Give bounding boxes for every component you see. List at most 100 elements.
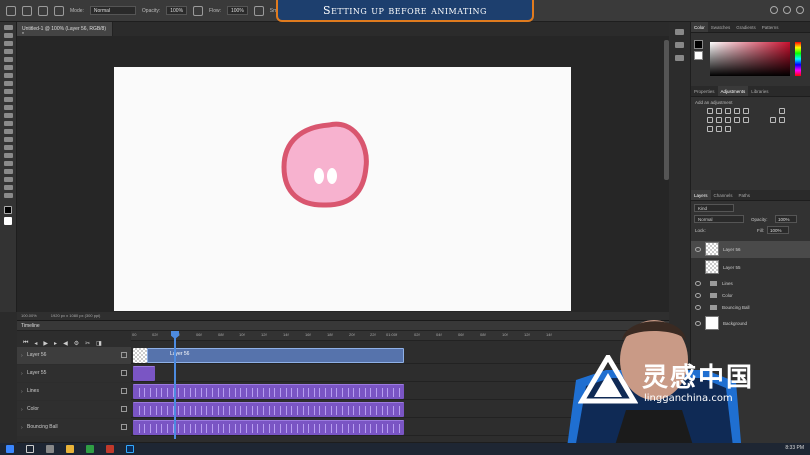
canvas[interactable] [114, 67, 571, 311]
color-lookup-icon[interactable] [743, 117, 749, 123]
black-white-icon[interactable] [716, 117, 722, 123]
shape-tool-icon[interactable] [4, 169, 13, 174]
background-color-swatch[interactable] [4, 217, 12, 225]
tab-properties[interactable]: Properties [691, 86, 718, 96]
expand-chevron-icon[interactable]: › [21, 371, 23, 377]
track-options-icon[interactable] [121, 406, 127, 412]
track-options-icon[interactable] [121, 388, 127, 394]
search-icon[interactable] [770, 6, 778, 14]
posterize-icon[interactable] [779, 117, 785, 123]
quick-select-tool-icon[interactable] [4, 49, 13, 54]
track-options-icon[interactable] [121, 370, 127, 376]
mode-dropdown[interactable]: Normal [89, 6, 136, 15]
visibility-eye-icon[interactable] [695, 293, 701, 298]
track-options-icon[interactable] [121, 424, 127, 430]
settings-gear-icon[interactable]: ⚙ [74, 340, 79, 347]
selective-color-icon[interactable] [725, 126, 731, 132]
crop-tool-icon[interactable] [4, 57, 13, 62]
tab-layers[interactable]: Layers [691, 190, 711, 200]
clip-layer-55[interactable] [133, 366, 155, 381]
next-frame-icon[interactable]: ▸ [54, 340, 57, 347]
transition-icon[interactable]: ◨ [96, 340, 102, 347]
eyedropper-tool-icon[interactable] [4, 73, 13, 78]
share-icon[interactable] [796, 6, 804, 14]
brush-tool-icon[interactable] [22, 5, 32, 16]
color-field[interactable] [710, 42, 790, 76]
curves-icon[interactable] [725, 108, 731, 114]
home-icon[interactable] [6, 5, 16, 16]
hue-saturation-icon[interactable] [779, 108, 785, 114]
visibility-eye-icon[interactable] [695, 281, 701, 286]
exposure-icon[interactable] [734, 108, 740, 114]
airbrush-icon[interactable] [253, 5, 264, 16]
tab-color[interactable]: Color [691, 22, 708, 32]
audio-icon[interactable]: ◀ [63, 340, 68, 347]
stamp-tool-icon[interactable] [4, 97, 13, 102]
photo-filter-icon[interactable] [725, 117, 731, 123]
invert-icon[interactable] [770, 117, 776, 123]
brush-tool-icon[interactable] [4, 89, 13, 94]
actions-panel-icon[interactable] [675, 42, 684, 48]
zoom-tool-icon[interactable] [4, 185, 13, 190]
foreground-swatch[interactable] [694, 40, 703, 49]
search-icon[interactable] [26, 445, 34, 453]
photoshop-icon[interactable] [126, 445, 134, 453]
browser-icon[interactable] [86, 445, 94, 453]
path-select-tool-icon[interactable] [4, 161, 13, 166]
expand-chevron-icon[interactable]: › [21, 353, 23, 359]
tab-libraries[interactable]: Libraries [748, 86, 771, 96]
previous-frame-icon[interactable]: ◂ [34, 340, 37, 347]
play-icon[interactable]: ▶ [43, 340, 48, 347]
background-swatch[interactable] [694, 51, 703, 60]
start-icon[interactable] [6, 445, 14, 453]
layer-filter-dropdown[interactable]: Kind [694, 204, 734, 212]
color-balance-icon[interactable] [707, 117, 713, 123]
move-tool-icon[interactable] [4, 25, 13, 30]
marquee-tool-icon[interactable] [4, 33, 13, 38]
brush-panel-icon[interactable] [675, 55, 684, 61]
workspace-icon[interactable] [783, 6, 791, 14]
split-scissors-icon[interactable]: ✂ [85, 340, 90, 347]
levels-icon[interactable] [716, 108, 722, 114]
document-tab[interactable]: Untitled-1 @ 100% (Layer 56, RGB/8) * [17, 22, 113, 38]
blur-tool-icon[interactable] [4, 129, 13, 134]
blend-mode-dropdown[interactable]: Normal [694, 215, 744, 223]
track-options-icon[interactable] [121, 352, 127, 358]
layer-row-layer-56[interactable]: Layer 56 [691, 241, 810, 258]
hand-tool-icon[interactable] [4, 177, 13, 182]
eraser-tool-icon[interactable] [4, 113, 13, 118]
opacity-field[interactable]: 100% [166, 6, 188, 15]
pressure-opacity-icon[interactable] [193, 5, 204, 16]
gradient-map-icon[interactable] [716, 126, 722, 132]
tab-adjustments[interactable]: Adjustments [717, 86, 749, 96]
tab-patterns[interactable]: Patterns [759, 22, 782, 32]
more-tools-icon[interactable] [4, 193, 13, 198]
expand-chevron-icon[interactable]: › [21, 407, 23, 413]
tab-channels[interactable]: Channels [711, 190, 736, 200]
vibrance-icon[interactable] [743, 108, 749, 114]
foreground-color-swatch[interactable] [4, 206, 12, 214]
brush-preset-icon[interactable] [38, 5, 48, 16]
app-icon[interactable] [106, 445, 114, 453]
healing-tool-icon[interactable] [4, 81, 13, 86]
history-panel-icon[interactable] [675, 29, 684, 35]
frame-tool-icon[interactable] [4, 65, 13, 70]
tab-swatches[interactable]: Swatches [708, 22, 734, 32]
expand-chevron-icon[interactable]: › [21, 389, 23, 395]
layer-opacity-field[interactable]: 100% [775, 215, 797, 223]
tab-paths[interactable]: Paths [736, 190, 754, 200]
gradient-tool-icon[interactable] [4, 121, 13, 126]
task-view-icon[interactable] [46, 445, 54, 453]
fill-field[interactable]: 100% [767, 226, 789, 234]
threshold-icon[interactable] [707, 126, 713, 132]
type-tool-icon[interactable] [4, 153, 13, 158]
brush-settings-icon[interactable] [54, 5, 64, 16]
playhead-line[interactable] [174, 331, 176, 439]
channel-mixer-icon[interactable] [734, 117, 740, 123]
history-brush-icon[interactable] [4, 105, 13, 110]
hue-slider[interactable] [795, 42, 801, 76]
layer-row-color[interactable]: Color [691, 290, 810, 302]
clip-layer-56[interactable]: Layer 56 [147, 348, 404, 363]
file-explorer-icon[interactable] [66, 445, 74, 453]
flow-field[interactable]: 100% [227, 6, 248, 15]
